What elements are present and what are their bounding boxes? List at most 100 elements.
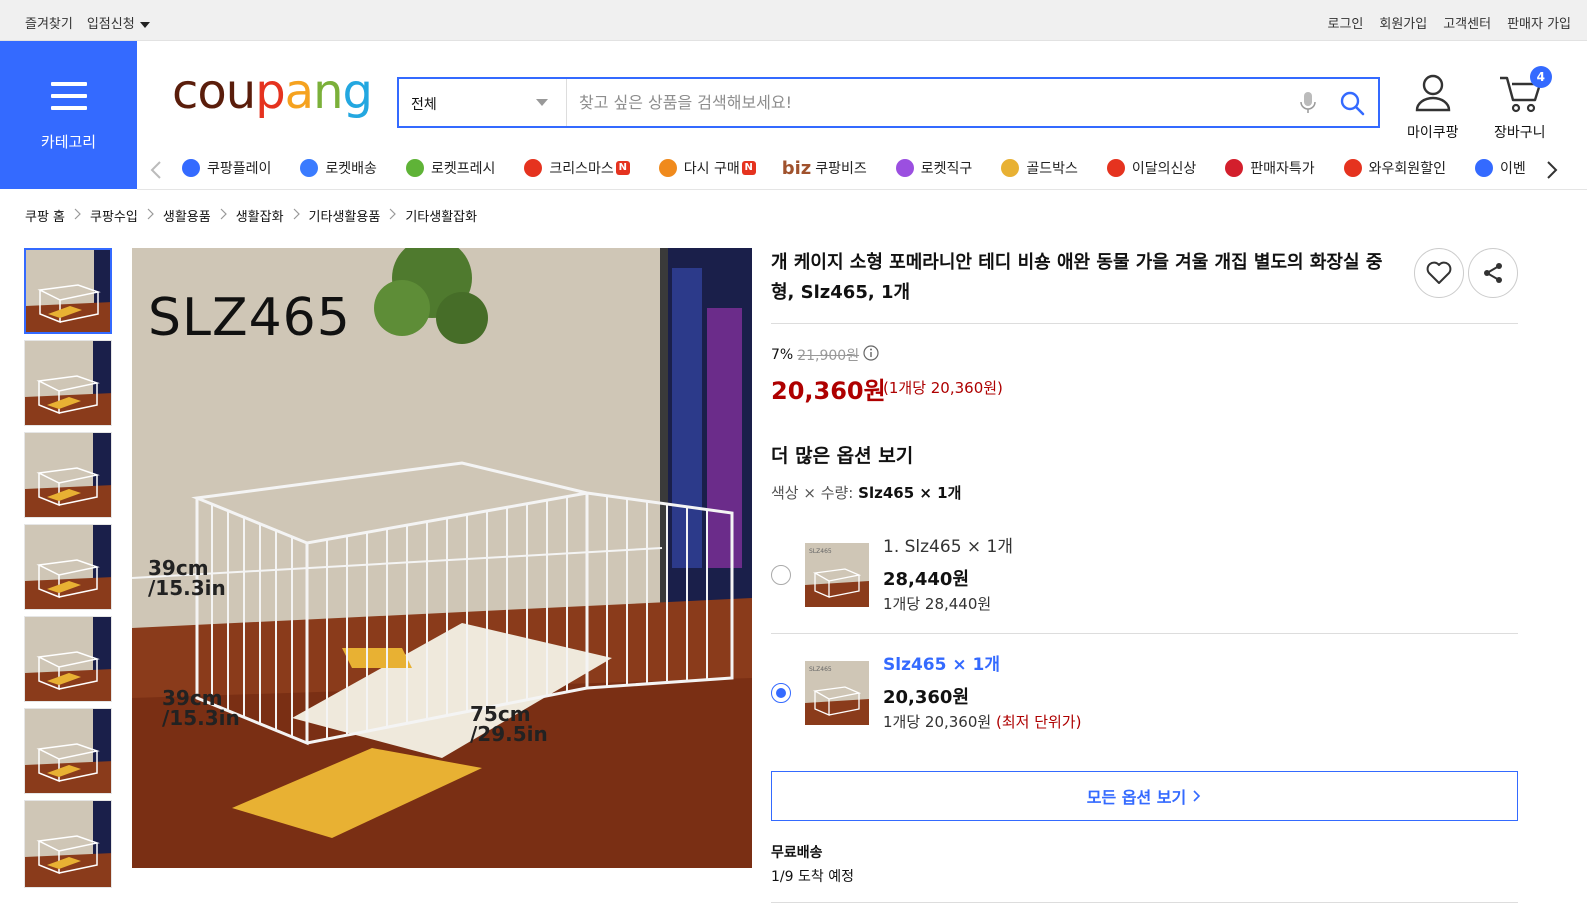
search-scope-value: 전체 (411, 97, 437, 113)
breadcrumb-link[interactable]: 생활잡화 (236, 206, 284, 225)
product-thumbnail[interactable] (24, 524, 112, 610)
nav-item-label: 로켓배송 (325, 161, 377, 177)
share-icon (1484, 263, 1502, 283)
selection-value: Slz465 × 1개 (858, 484, 962, 502)
shipping-divider (771, 902, 1518, 903)
lowest-unit-price-tag: (최저 단위가) (995, 713, 1082, 731)
cart-count-badge: 4 (1529, 66, 1552, 88)
chevron-right-icon (389, 208, 397, 223)
unit-price: (1개당 20,360원) (883, 379, 1003, 397)
top-utility-bar: 즐겨찾기 입점신청 로그인 회원가입 고객센터 판매자 가입 (0, 0, 1587, 41)
nav-item[interactable]: 와우회원할인 (1341, 155, 1446, 181)
nav-item[interactable]: 이벤 (1472, 155, 1526, 181)
caret-down-icon (139, 21, 150, 28)
discount-row: 7% 21,900원 (771, 345, 879, 365)
product-thumbnail[interactable] (24, 708, 112, 794)
nav-item-label: 골드박스 (1026, 161, 1078, 177)
chevron-right-icon (1547, 161, 1558, 179)
play-icon (179, 156, 203, 180)
search-icon[interactable] (1326, 79, 1378, 126)
breadcrumb-link[interactable]: 기타생활잡화 (405, 206, 477, 225)
product-thumbnail[interactable] (24, 616, 112, 702)
breadcrumb-link[interactable]: 생활용품 (163, 206, 211, 225)
nav-item[interactable]: 로켓직구 (893, 155, 972, 181)
signup-link[interactable]: 회원가입 (1379, 13, 1427, 32)
heart-icon (1426, 261, 1452, 284)
option-per-unit: 1개당 20,360원 (최저 단위가) (883, 713, 1082, 731)
original-price: 21,900원 (797, 348, 860, 364)
option-item-selected[interactable]: SLZ465 Slz465 × 1개 20,360원 1개당 20,360원 (… (771, 638, 1518, 756)
login-link[interactable]: 로그인 (1327, 13, 1363, 32)
mycoupang-label: 마이쿠팡 (1407, 125, 1459, 141)
title-divider (771, 323, 1518, 324)
microphone-icon[interactable] (1290, 79, 1326, 126)
wishlist-button[interactable] (1414, 248, 1464, 298)
product-thumbnail[interactable] (24, 340, 112, 426)
product-thumbnail[interactable] (24, 432, 112, 518)
info-icon[interactable] (863, 345, 879, 365)
product-model-label: SLZ465 (148, 288, 351, 348)
nav-item-label: 쿠팡플레이 (207, 161, 272, 177)
percent-icon (1222, 156, 1246, 180)
biz-icon: biz (781, 157, 812, 179)
option-thumbnail: SLZ465 (805, 543, 869, 607)
search-bar: 전체 (397, 77, 1380, 128)
option-item[interactable]: SLZ465 1. Slz465 × 1개 28,440원 1개당 28,440… (771, 520, 1518, 638)
nav-item-label: 다시 구매 (683, 161, 740, 177)
breadcrumb-link[interactable]: 쿠팡수입 (90, 206, 138, 225)
nav-item[interactable]: 로켓배송 (297, 155, 377, 181)
nav-item[interactable]: 로켓프레시 (403, 155, 495, 181)
new-bag-icon (1104, 156, 1128, 180)
search-input[interactable] (567, 79, 1290, 126)
rebuy-icon (656, 156, 680, 180)
option-name: 1. Slz465 × 1개 (883, 537, 1014, 557)
nav-item[interactable]: 골드박스 (998, 155, 1078, 181)
partner-apply-label: 입점신청 (86, 17, 135, 32)
rocket-global-icon (893, 156, 917, 180)
hamburger-icon (51, 82, 87, 118)
breadcrumb-link[interactable]: 기타생활용품 (309, 206, 381, 225)
chevron-right-icon (1193, 790, 1201, 802)
nav-item[interactable]: biz 쿠팡비즈 (782, 155, 867, 181)
option-thumbnail: SLZ465 (805, 661, 869, 725)
mycoupang-button[interactable]: 마이쿠팡 (1407, 72, 1459, 142)
more-options-title: 더 많은 옵션 보기 (771, 445, 914, 467)
goldbox-icon (998, 156, 1022, 180)
all-options-button[interactable]: 모든 옵션 보기 (771, 771, 1518, 821)
product-thumbnail[interactable] (24, 248, 112, 334)
breadcrumb-link[interactable]: 쿠팡 홈 (25, 206, 65, 225)
share-button[interactable] (1468, 248, 1518, 298)
nav-item[interactable]: 이달의신상 (1104, 155, 1196, 181)
option-radio[interactable] (771, 565, 791, 585)
option-radio-selected[interactable] (771, 683, 791, 703)
rocket-fresh-icon (403, 156, 427, 180)
option-per-unit: 1개당 28,440원 (883, 595, 992, 613)
nav-item-label: 이달의신상 (1131, 161, 1197, 177)
nav-item[interactable]: 크리스마스 N (521, 155, 630, 181)
new-badge: N (741, 161, 756, 175)
support-link[interactable]: 고객센터 (1443, 13, 1491, 32)
svg-text:SLZ465: SLZ465 (809, 548, 832, 555)
nav-item[interactable]: 다시 구매 N (656, 155, 756, 181)
product-thumbnail[interactable] (24, 800, 112, 888)
coupang-logo[interactable]: coupang (172, 68, 373, 116)
option-price: 20,360원 (883, 687, 970, 708)
chevron-right-icon (220, 208, 227, 223)
partner-apply-menu[interactable]: 입점신청 (87, 13, 150, 32)
cart-label: 장바구니 (1494, 125, 1546, 141)
search-scope-select[interactable]: 전체 (399, 79, 567, 126)
dropdown-arrow-icon (536, 99, 548, 106)
nav-item-label: 로켓프레시 (430, 161, 496, 177)
selection-label: 색상 × 수량: (771, 484, 859, 502)
category-menu-button[interactable]: 카테고리 (0, 41, 137, 189)
seller-signup-link[interactable]: 판매자 가입 (1507, 13, 1571, 32)
nav-item-label: 쿠팡비즈 (815, 161, 867, 177)
nav-item[interactable]: 판매자특가 (1222, 155, 1315, 181)
cart-button[interactable]: 4 장바구니 (1494, 66, 1552, 142)
nav-item[interactable]: 쿠팡플레이 (179, 155, 271, 181)
nav-prev-button[interactable] (141, 150, 171, 189)
nav-item-label: 이벤 (1499, 161, 1526, 177)
nav-next-button[interactable] (1537, 150, 1567, 189)
chevron-right-icon (74, 208, 81, 223)
favorites-link[interactable]: 즐겨찾기 (25, 13, 73, 32)
